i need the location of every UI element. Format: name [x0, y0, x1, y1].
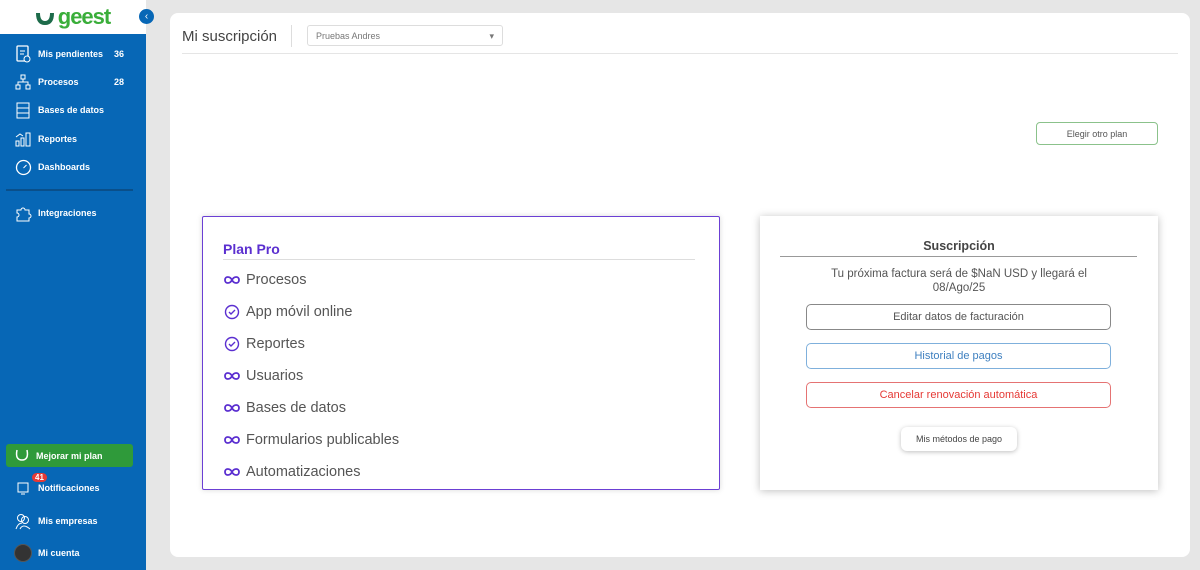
chart-icon: [14, 130, 32, 148]
sidebar-item-reportes[interactable]: Reportes: [0, 126, 146, 152]
plan-feature: Formularios publicables: [223, 432, 399, 448]
geest-outline-icon: [14, 447, 30, 464]
upgrade-label: Mejorar mi plan: [36, 450, 103, 461]
sidebar-item-dashboards[interactable]: Dashboards: [0, 154, 146, 180]
plan-feature: Reportes: [223, 336, 305, 352]
main-panel: Mi suscripción Pruebas Andres ▾ Elegir ot…: [170, 13, 1190, 557]
puzzle-icon: [14, 204, 32, 222]
pending-count: 36: [113, 49, 124, 59]
sidebar-item-mis-pendientes[interactable]: Mis pendientes 36: [0, 41, 146, 67]
database-icon: [14, 101, 32, 119]
infinity-icon: [223, 371, 241, 381]
next-invoice-message: Tu próxima factura será de $NaN USD y ll…: [831, 268, 1087, 294]
plan-feature: App móvil online: [223, 304, 352, 320]
sidebar-item-notificaciones[interactable]: 41 Notificaciones: [0, 473, 146, 501]
bell-icon: 41: [14, 473, 47, 497]
sidebar-item-integraciones[interactable]: Integraciones: [0, 200, 146, 226]
process-count: 28: [113, 77, 124, 87]
sidebar: geest ‹ Mis pendientes 36 Procesos 28 Ba…: [0, 0, 154, 570]
infinity-icon: [223, 467, 241, 477]
plan-divider: [223, 259, 695, 260]
logo[interactable]: geest: [0, 0, 146, 34]
payment-history-button[interactable]: Historial de pagos: [806, 343, 1111, 369]
sidebar-item-label: Reportes: [38, 134, 78, 144]
subscription-divider: [780, 256, 1137, 257]
subscription-title: Suscripción: [923, 239, 995, 253]
plan-title: Plan Pro: [223, 241, 280, 257]
plan-feature-label: Usuarios: [246, 368, 304, 384]
header-divider: [182, 53, 1178, 54]
sidebar-item-label: Mis pendientes: [38, 49, 104, 59]
sitemap-icon: [14, 73, 32, 91]
page-title: Mi suscripción: [182, 28, 278, 45]
sidebar-item-label: Notificaciones: [38, 483, 100, 493]
sidebar-item-procesos[interactable]: Procesos 28: [0, 69, 146, 95]
sidebar-item-mis-empresas[interactable]: Mis empresas: [0, 508, 146, 534]
sidebar-item-label: Mi cuenta: [38, 548, 80, 558]
edit-billing-button[interactable]: Editar datos de facturación: [806, 304, 1111, 330]
header-separator: [291, 25, 292, 47]
company-select[interactable]: Pruebas Andres ▾: [307, 25, 503, 46]
sidebar-item-label: Bases de datos: [38, 105, 105, 115]
gauge-icon: [14, 158, 32, 176]
sidebar-item-label: Integraciones: [38, 208, 97, 218]
notification-badge: 41: [32, 473, 47, 482]
infinity-icon: [223, 403, 241, 413]
plan-feature-label: Automatizaciones: [246, 464, 361, 480]
plan-feature-label: Formularios publicables: [246, 432, 400, 448]
payment-methods-button[interactable]: Mis métodos de pago: [901, 427, 1017, 451]
plan-feature: Procesos: [223, 272, 306, 288]
check-circle-icon: [223, 304, 241, 320]
company-select-value: Pruebas Andres: [316, 31, 381, 41]
sidebar-item-label: Procesos: [38, 77, 79, 87]
sidebar-divider: [6, 189, 133, 191]
plan-feature-label: Reportes: [246, 336, 305, 352]
brand-name: geest: [57, 4, 111, 29]
plan-card: Plan Pro Procesos App móvil online Reporte…: [202, 216, 720, 490]
infinity-icon: [223, 275, 241, 285]
sidebar-item-bases-de-datos[interactable]: Bases de datos: [0, 97, 146, 123]
subscription-card: Suscripción Tu próxima factura será de $…: [760, 216, 1158, 490]
plan-feature-label: App móvil online: [246, 304, 353, 320]
caret-down-icon: ▾: [489, 31, 494, 41]
choose-other-plan-button[interactable]: Elegir otro plan: [1036, 122, 1158, 145]
plan-feature: Usuarios: [223, 368, 303, 384]
cancel-renewal-button[interactable]: Cancelar renovación automática: [806, 382, 1111, 408]
sidebar-item-mi-cuenta[interactable]: Mi cuenta: [0, 540, 146, 566]
upgrade-plan-button[interactable]: Mejorar mi plan: [6, 444, 133, 467]
sidebar-item-label: Mis empresas: [38, 516, 98, 526]
collapse-sidebar-button[interactable]: ‹: [139, 9, 154, 24]
plan-feature-label: Procesos: [246, 272, 307, 288]
sidebar-item-label: Dashboards: [38, 162, 91, 172]
clipboard-clock-icon: [14, 45, 32, 63]
avatar: [14, 544, 32, 562]
plan-feature-label: Bases de datos: [246, 400, 346, 416]
check-circle-icon: [223, 336, 241, 352]
users-icon: [14, 512, 32, 530]
plan-feature: Bases de datos: [223, 400, 346, 416]
geest-logo-icon: [35, 12, 54, 25]
infinity-icon: [223, 435, 241, 445]
plan-feature: Automatizaciones: [223, 464, 360, 480]
